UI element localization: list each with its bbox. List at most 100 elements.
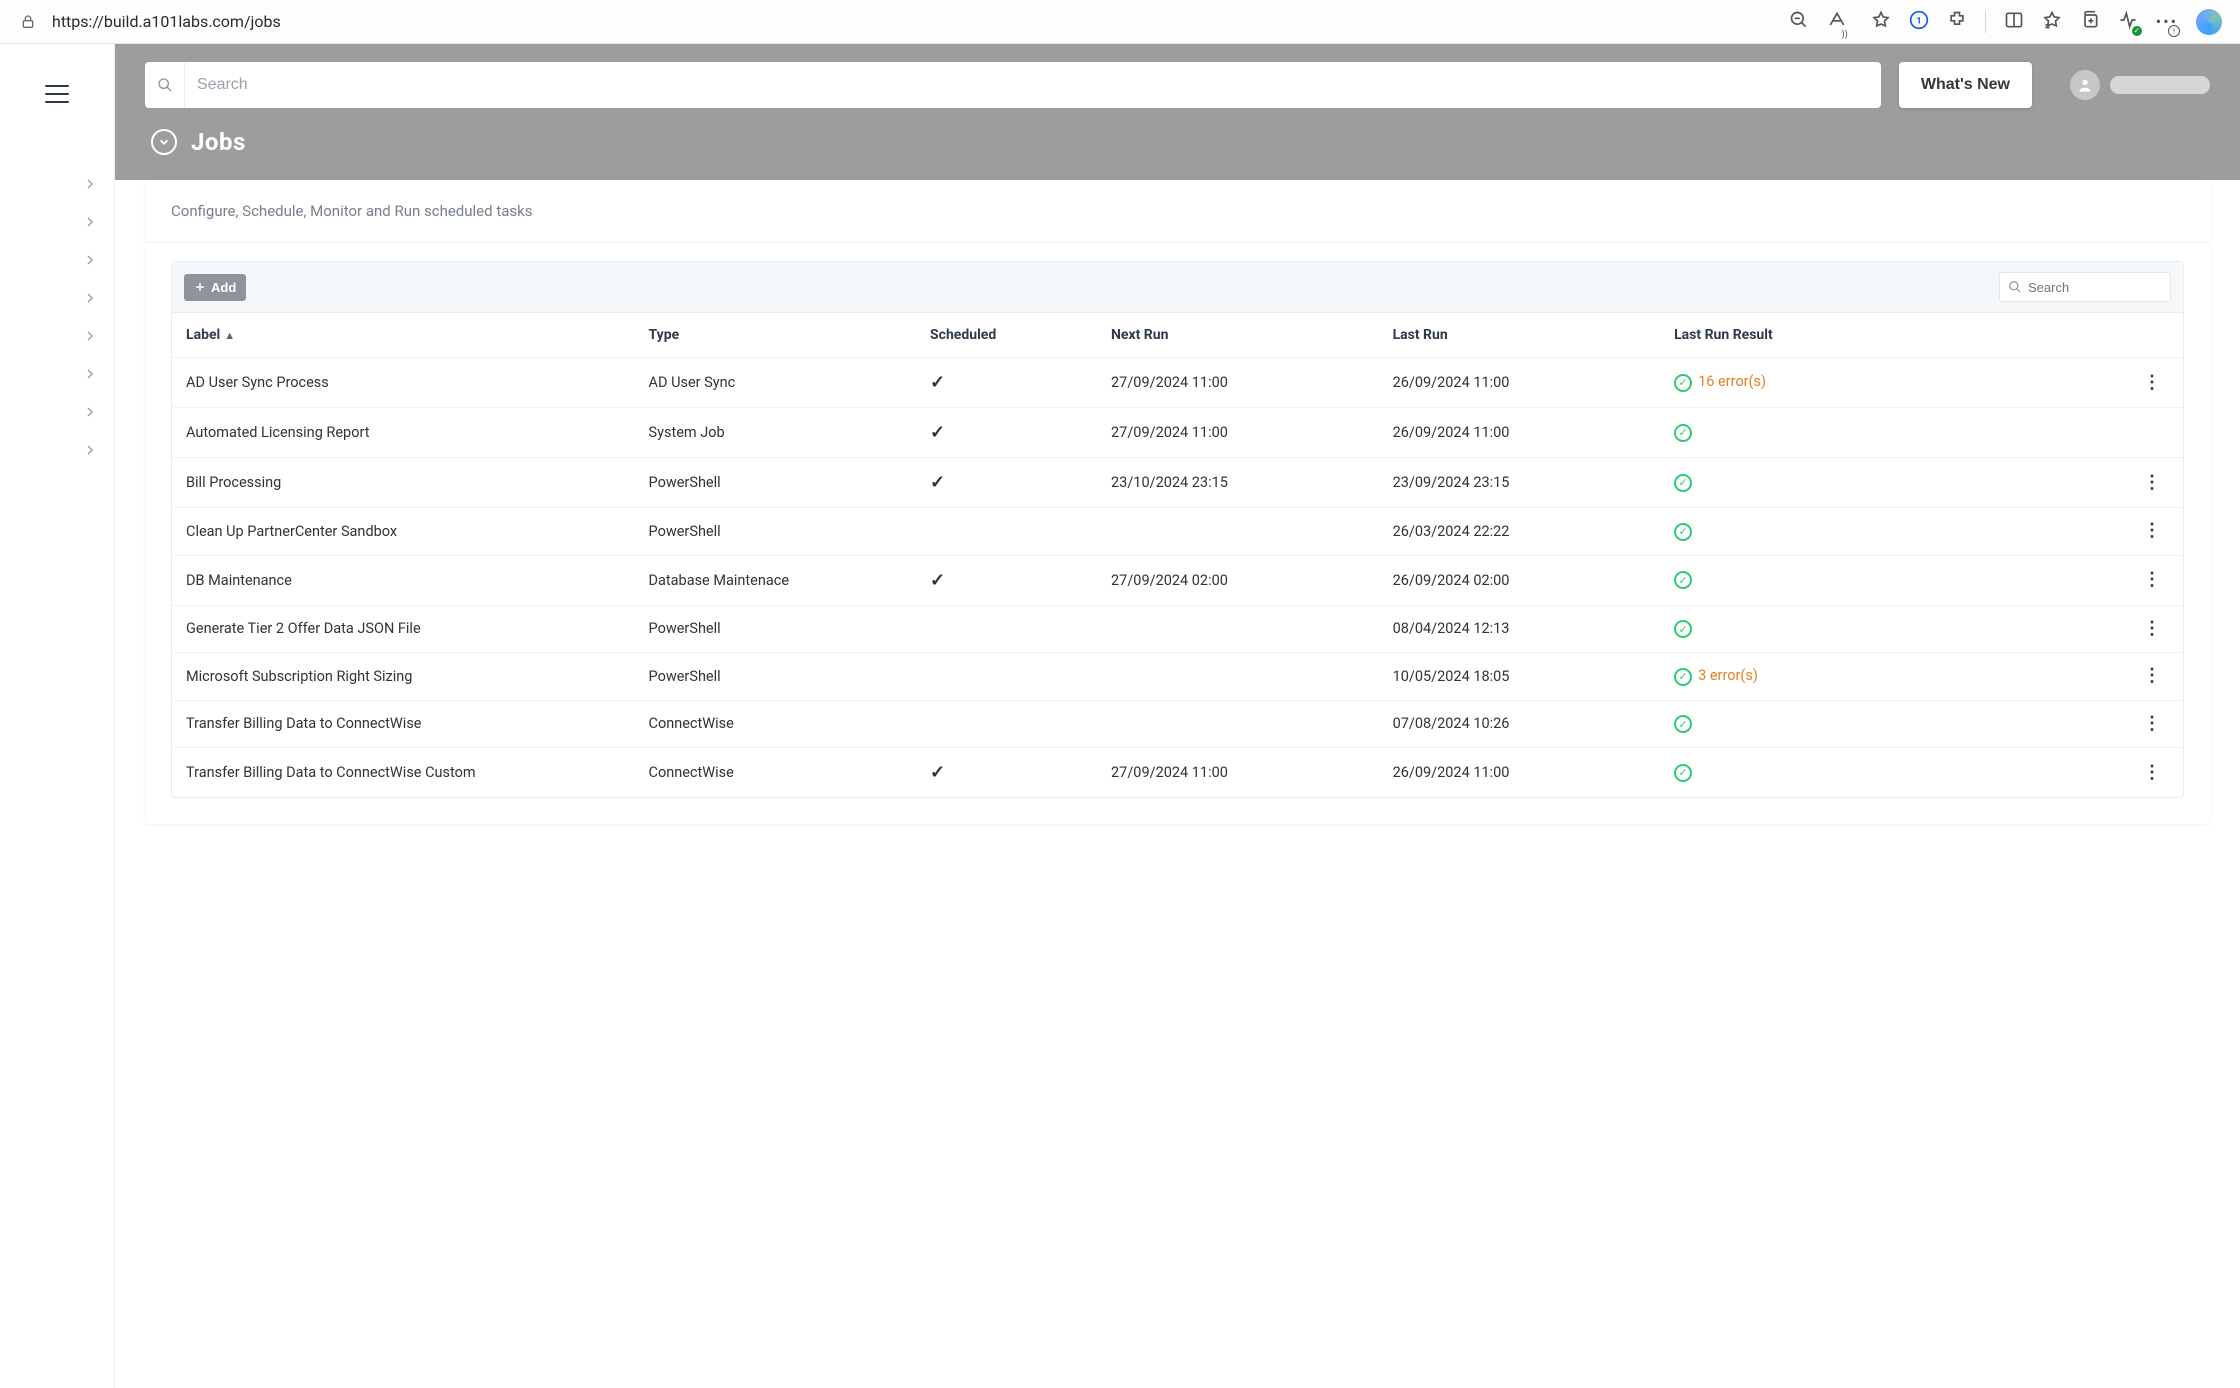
add-button[interactable]: Add xyxy=(184,274,246,301)
onepassword-icon[interactable]: 1 xyxy=(1909,10,1929,34)
table-row[interactable]: Transfer Billing Data to ConnectWiseConn… xyxy=(172,700,2183,748)
cell-actions: ⋮ xyxy=(2022,458,2183,508)
table-row[interactable]: Automated Licensing ReportSystem Job✓27/… xyxy=(172,408,2183,458)
status-success-icon: ✓ xyxy=(1674,424,1692,442)
cell-last-result: ✓ xyxy=(1660,555,2022,605)
cell-last-run: 07/08/2024 10:26 xyxy=(1379,700,1661,748)
cell-last-result: ✓ xyxy=(1660,508,2022,556)
cell-next-run: 27/09/2024 11:00 xyxy=(1097,748,1379,798)
sidebar-item[interactable] xyxy=(0,444,114,456)
split-screen-icon[interactable] xyxy=(2004,10,2024,34)
user-name[interactable] xyxy=(2110,76,2210,94)
copilot-icon[interactable] xyxy=(2196,9,2222,35)
table-search[interactable] xyxy=(1999,272,2171,302)
cell-last-run: 10/05/2024 18:05 xyxy=(1379,653,1661,701)
sidebar-item[interactable] xyxy=(0,368,114,380)
row-menu-icon[interactable]: ⋮ xyxy=(2143,715,2161,733)
cell-next-run: 27/09/2024 02:00 xyxy=(1097,555,1379,605)
jobs-panel: Configure, Schedule, Monitor and Run sch… xyxy=(145,180,2210,824)
row-menu-icon[interactable]: ⋮ xyxy=(2143,571,2161,589)
read-aloud-icon[interactable]: )) xyxy=(1827,10,1853,34)
row-menu-icon[interactable]: ⋮ xyxy=(2143,667,2161,685)
row-menu-icon[interactable]: ⋮ xyxy=(2143,474,2161,492)
sidebar-item[interactable] xyxy=(0,406,114,418)
cell-type: PowerShell xyxy=(635,508,917,556)
status-success-icon: ✓ xyxy=(1674,668,1692,686)
table-row[interactable]: Transfer Billing Data to ConnectWise Cus… xyxy=(172,748,2183,798)
row-menu-icon[interactable]: ⋮ xyxy=(2143,522,2161,540)
cell-scheduled: ✓ xyxy=(916,748,1097,798)
table-search-input[interactable] xyxy=(2022,280,2162,295)
table-row[interactable]: Bill ProcessingPowerShell✓23/10/2024 23:… xyxy=(172,458,2183,508)
check-icon: ✓ xyxy=(930,422,945,443)
extensions-icon[interactable] xyxy=(1947,10,1967,34)
sidebar-item[interactable] xyxy=(0,292,114,304)
cell-label: Microsoft Subscription Right Sizing xyxy=(172,653,635,701)
sort-asc-icon: ▲ xyxy=(224,329,235,342)
cell-label: Clean Up PartnerCenter Sandbox xyxy=(172,508,635,556)
cell-type: PowerShell xyxy=(635,605,917,653)
global-search-input[interactable] xyxy=(185,76,1881,94)
cell-next-run xyxy=(1097,653,1379,701)
sidebar-item[interactable] xyxy=(0,330,114,342)
collapse-icon[interactable] xyxy=(151,129,177,155)
cell-next-run xyxy=(1097,700,1379,748)
table-row[interactable]: AD User Sync ProcessAD User Sync✓27/09/2… xyxy=(172,358,2183,408)
sidebar-item[interactable] xyxy=(0,216,114,228)
row-menu-icon[interactable]: ⋮ xyxy=(2143,620,2161,638)
status-success-icon: ✓ xyxy=(1674,715,1692,733)
zoom-out-icon[interactable] xyxy=(1789,10,1809,34)
cell-label: Transfer Billing Data to ConnectWise Cus… xyxy=(172,748,635,798)
page-title: Jobs xyxy=(191,128,246,156)
cell-next-run xyxy=(1097,605,1379,653)
star-icon[interactable] xyxy=(1871,10,1891,34)
url-text[interactable]: https://build.a101labs.com/jobs xyxy=(46,12,666,31)
cell-scheduled: ✓ xyxy=(916,555,1097,605)
cell-label: Automated Licensing Report xyxy=(172,408,635,458)
col-header-label[interactable]: Label▲ xyxy=(172,313,635,358)
check-icon: ✓ xyxy=(930,472,945,493)
cell-actions: ⋮ xyxy=(2022,748,2183,798)
col-header-last-result[interactable]: Last Run Result xyxy=(1660,313,2022,358)
svg-text:1: 1 xyxy=(1916,16,1921,26)
menu-toggle-icon[interactable] xyxy=(43,80,71,108)
global-search[interactable] xyxy=(145,62,1881,108)
cell-next-run xyxy=(1097,508,1379,556)
status-success-icon: ✓ xyxy=(1674,523,1692,541)
row-menu-icon[interactable]: ⋮ xyxy=(2143,764,2161,782)
status-error-text: 16 error(s) xyxy=(1698,373,1766,390)
separator xyxy=(1985,11,1986,33)
hero-section: What's New Jobs xyxy=(115,44,2240,180)
table-row[interactable]: DB MaintenanceDatabase Maintenace✓27/09/… xyxy=(172,555,2183,605)
search-icon xyxy=(2008,280,2022,294)
row-menu-icon[interactable]: ⋮ xyxy=(2143,374,2161,392)
cell-label: Bill Processing xyxy=(172,458,635,508)
status-success-icon: ✓ xyxy=(1674,474,1692,492)
sidebar-item[interactable] xyxy=(0,178,114,190)
col-header-type[interactable]: Type xyxy=(635,313,917,358)
cell-last-run: 26/09/2024 02:00 xyxy=(1379,555,1661,605)
favorites-icon[interactable] xyxy=(2042,10,2062,34)
cell-actions xyxy=(2022,408,2183,458)
more-icon[interactable]: •••↑ xyxy=(2156,12,2178,31)
cell-scheduled xyxy=(916,700,1097,748)
sidebar-item[interactable] xyxy=(0,254,114,266)
cell-type: ConnectWise xyxy=(635,700,917,748)
col-header-actions xyxy=(2022,313,2183,358)
cell-last-result: ✓ xyxy=(1660,700,2022,748)
whats-new-button[interactable]: What's New xyxy=(1899,62,2032,108)
user-avatar-icon[interactable] xyxy=(2070,70,2100,100)
cell-label: Transfer Billing Data to ConnectWise xyxy=(172,700,635,748)
table-toolbar: Add xyxy=(172,262,2183,313)
col-header-scheduled[interactable]: Scheduled xyxy=(916,313,1097,358)
table-row[interactable]: Microsoft Subscription Right SizingPower… xyxy=(172,653,2183,701)
col-header-last-run[interactable]: Last Run xyxy=(1379,313,1661,358)
table-row[interactable]: Clean Up PartnerCenter SandboxPowerShell… xyxy=(172,508,2183,556)
status-success-icon: ✓ xyxy=(1674,571,1692,589)
check-icon: ✓ xyxy=(930,762,945,783)
col-header-next-run[interactable]: Next Run xyxy=(1097,313,1379,358)
collections-icon[interactable] xyxy=(2080,10,2100,34)
performance-icon[interactable]: ✓ xyxy=(2118,10,2138,34)
cell-scheduled xyxy=(916,605,1097,653)
table-row[interactable]: Generate Tier 2 Offer Data JSON FilePowe… xyxy=(172,605,2183,653)
